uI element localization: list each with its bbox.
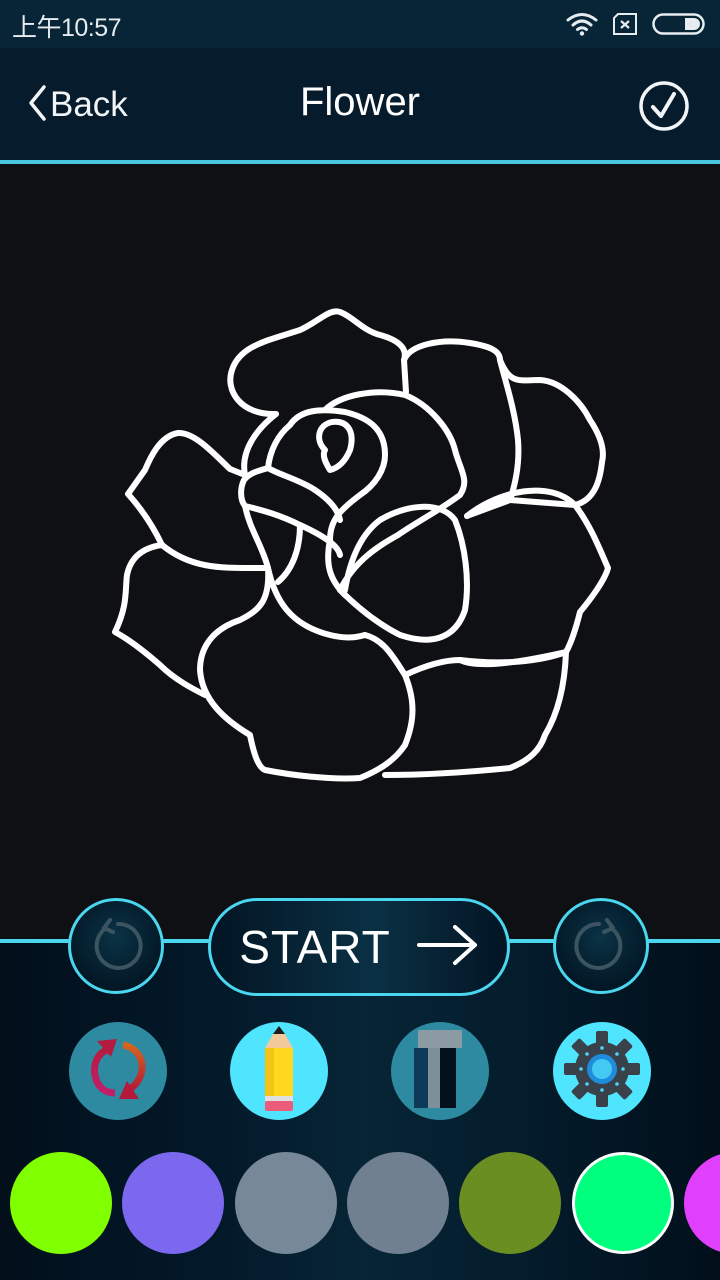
wifi-icon [566, 12, 598, 36]
petal-center-right [337, 503, 470, 643]
status-icons [566, 12, 706, 36]
redo-button[interactable] [553, 898, 649, 994]
check-circle-icon [638, 81, 690, 136]
reset-tool-button[interactable] [69, 1022, 167, 1120]
petal-top [227, 308, 409, 418]
undo-icon [88, 916, 144, 976]
status-time: 上午10:57 [12, 14, 122, 42]
bud-loop [316, 418, 355, 473]
drawing-canvas[interactable] [0, 164, 720, 940]
start-button[interactable]: START [208, 898, 510, 996]
petal-bottom-center [362, 632, 416, 748]
color-swatch[interactable] [459, 1152, 561, 1254]
bud-inner [287, 407, 388, 598]
start-label: START [239, 921, 391, 973]
settings-tool-button[interactable] [553, 1022, 651, 1120]
battery-icon [652, 13, 706, 35]
rose-drawing [112, 308, 611, 782]
confirm-button[interactable] [638, 80, 690, 136]
undo-button[interactable] [68, 898, 164, 994]
pencil-icon [259, 1024, 299, 1118]
gear-icon [562, 1029, 642, 1113]
page-title: Flower [299, 80, 421, 124]
petal-right-large [457, 487, 611, 668]
color-swatch[interactable] [347, 1152, 449, 1254]
line-thickness-icon [414, 1030, 466, 1112]
refresh-icon [87, 1035, 149, 1107]
color-swatch[interactable] [572, 1152, 674, 1254]
status-bar: 上午10:57 [0, 0, 720, 48]
pencil-tool-button[interactable] [230, 1022, 328, 1120]
color-swatch[interactable] [122, 1152, 224, 1254]
thickness-tool-button[interactable] [391, 1022, 489, 1120]
bud-fold-inner [265, 465, 343, 523]
color-swatch[interactable] [10, 1152, 112, 1254]
petal-bottom-left [197, 565, 408, 782]
color-swatch[interactable] [235, 1152, 337, 1254]
no-sim-icon [612, 13, 638, 35]
redo-icon [573, 916, 629, 976]
petal-left-lower [112, 542, 208, 698]
arrow-right-icon [416, 923, 479, 971]
